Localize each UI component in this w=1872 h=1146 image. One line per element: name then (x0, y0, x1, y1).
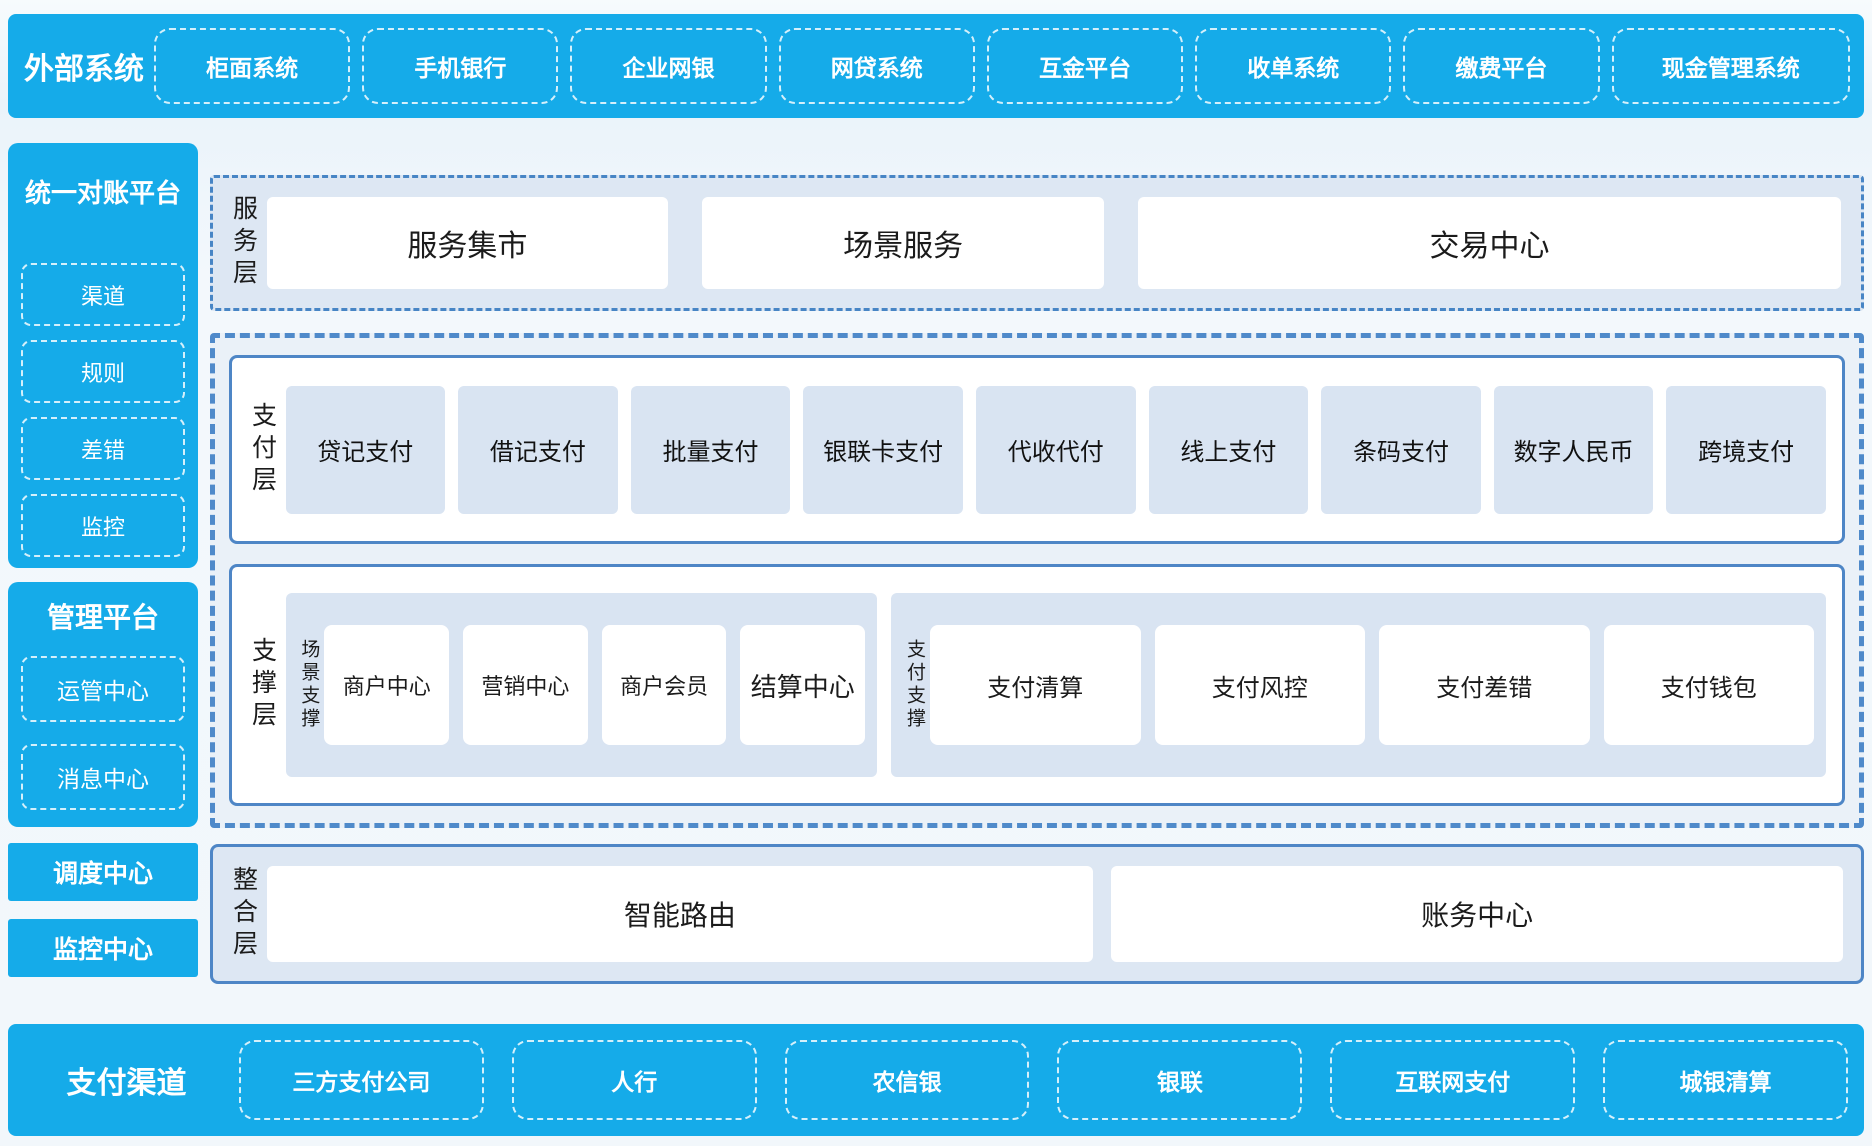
external-system-box-counter: 柜面系统 (154, 28, 350, 104)
payment-item-debit: 借记支付 (458, 386, 618, 514)
channel-box-unionpay: 银联 (1057, 1040, 1302, 1120)
management-item-ops-center: 运管中心 (21, 656, 185, 722)
scene-item-marketing-center: 营销中心 (463, 625, 588, 745)
payment-support-items: 支付清算 支付风控 支付差错 支付钱包 (930, 625, 1814, 745)
middle-region: 统一对账平台 渠道 规则 差错 监控 管理平台 运管中心 消息中心 调度中心 监… (8, 143, 1864, 984)
support-item-payment-risk: 支付风控 (1155, 625, 1366, 745)
support-layer-groups: 场景支撑 商户中心 营销中心 商户会员 结算中心 支付支撑 支付清算 (286, 593, 1827, 777)
external-system-box-online-loan: 网贷系统 (779, 28, 975, 104)
reconcile-item-rules: 规则 (21, 340, 185, 403)
channel-box-city-bank-clearing: 城银清算 (1603, 1040, 1848, 1120)
main-column: 服务层 服务集市 场景服务 交易中心 支付层 贷记支付 借记支付 批量支付 银联… (210, 143, 1864, 984)
payment-item-credit: 贷记支付 (286, 386, 446, 514)
payment-architecture-diagram: 外部系统 柜面系统 手机银行 企业网银 网贷系统 互金平台 收单系统 缴费平台 … (0, 0, 1872, 1146)
service-layer-panel: 服务层 服务集市 场景服务 交易中心 (210, 175, 1864, 311)
management-item-message-center: 消息中心 (21, 744, 185, 810)
management-platform-block: 管理平台 运管中心 消息中心 (8, 582, 198, 827)
payment-support-group: 支付支撑 支付清算 支付风控 支付差错 支付钱包 (891, 593, 1826, 777)
payment-layer-items: 贷记支付 借记支付 批量支付 银联卡支付 代收代付 线上支付 条码支付 数字人民… (286, 386, 1827, 514)
integration-box-smart-routing: 智能路由 (267, 866, 1094, 962)
management-platform-title: 管理平台 (21, 598, 185, 638)
payment-layer-label: 支付层 (248, 402, 276, 498)
service-box-service-market: 服务集市 (267, 197, 669, 289)
payment-item-collection: 代收代付 (976, 386, 1136, 514)
support-item-payment-wallet: 支付钱包 (1604, 625, 1815, 745)
payment-item-barcode: 条码支付 (1321, 386, 1481, 514)
support-layer-label: 支撑层 (248, 637, 276, 733)
payment-support-label: 支付支撑 (903, 639, 924, 731)
service-layer-label: 服务层 (229, 195, 257, 291)
external-system-box-corporate-ebank: 企业网银 (570, 28, 766, 104)
reconcile-platform-block: 统一对账平台 渠道 规则 差错 监控 (8, 143, 198, 568)
reconcile-item-monitor: 监控 (21, 494, 185, 557)
external-system-box-cash-management: 现金管理系统 (1612, 28, 1851, 104)
external-system-box-fee-payment: 缴费平台 (1403, 28, 1599, 104)
support-layer-panel: 支撑层 场景支撑 商户中心 营销中心 商户会员 结算中心 (229, 564, 1845, 806)
integration-layer-label: 整合层 (229, 866, 257, 962)
channel-box-pboc: 人行 (512, 1040, 757, 1120)
scene-support-label: 场景支撑 (298, 639, 319, 731)
external-systems-items: 柜面系统 手机银行 企业网银 网贷系统 互金平台 收单系统 缴费平台 现金管理系… (154, 28, 1850, 104)
payment-channels-items: 三方支付公司 人行 农信银 银联 互联网支付 城银清算 (239, 1040, 1848, 1120)
service-layer-items: 服务集市 场景服务 交易中心 (267, 197, 1842, 289)
integration-box-accounting-center: 账务中心 (1111, 866, 1843, 962)
core-layers-wrapper: 支付层 贷记支付 借记支付 批量支付 银联卡支付 代收代付 线上支付 条码支付 … (210, 333, 1864, 828)
scene-support-group: 场景支撑 商户中心 营销中心 商户会员 结算中心 (286, 593, 878, 777)
payment-item-unionpay-card: 银联卡支付 (803, 386, 963, 514)
payment-channels-band: 支付渠道 三方支付公司 人行 农信银 银联 互联网支付 城银清算 (8, 1024, 1864, 1136)
support-item-payment-clearing: 支付清算 (930, 625, 1141, 745)
service-box-scene-service: 场景服务 (702, 197, 1104, 289)
payment-item-cross-border: 跨境支付 (1666, 386, 1826, 514)
service-box-transaction-center: 交易中心 (1138, 197, 1841, 289)
scene-item-merchant-member: 商户会员 (602, 625, 727, 745)
external-system-box-acquiring: 收单系统 (1195, 28, 1391, 104)
reconcile-platform-title: 统一对账平台 (21, 173, 185, 213)
support-item-payment-error: 支付差错 (1379, 625, 1590, 745)
channel-box-internet-payment: 互联网支付 (1330, 1040, 1575, 1120)
channel-box-rural-credit: 农信银 (785, 1040, 1030, 1120)
payment-item-batch: 批量支付 (631, 386, 791, 514)
scene-item-merchant-center: 商户中心 (324, 625, 449, 745)
payment-layer-panel: 支付层 贷记支付 借记支付 批量支付 银联卡支付 代收代付 线上支付 条码支付 … (229, 355, 1845, 544)
dispatch-center-block: 调度中心 (8, 843, 198, 901)
reconcile-item-channel: 渠道 (21, 263, 185, 326)
payment-channels-title: 支付渠道 (14, 1058, 239, 1102)
payment-item-digital-rmb: 数字人民币 (1494, 386, 1654, 514)
channel-box-third-party: 三方支付公司 (239, 1040, 484, 1120)
integration-layer-panel: 整合层 智能路由 账务中心 (210, 844, 1864, 984)
external-system-box-mobile-banking: 手机银行 (362, 28, 558, 104)
left-column: 统一对账平台 渠道 规则 差错 监控 管理平台 运管中心 消息中心 调度中心 监… (8, 143, 198, 984)
external-system-box-internet-finance: 互金平台 (987, 28, 1183, 104)
scene-support-items: 商户中心 营销中心 商户会员 结算中心 (324, 625, 865, 745)
integration-layer-items: 智能路由 账务中心 (267, 866, 1844, 962)
monitor-center-block: 监控中心 (8, 919, 198, 977)
scene-item-settlement-center: 结算中心 (740, 625, 865, 745)
external-systems-band: 外部系统 柜面系统 手机银行 企业网银 网贷系统 互金平台 收单系统 缴费平台 … (8, 14, 1864, 118)
reconcile-item-errors: 差错 (21, 417, 185, 480)
payment-item-online: 线上支付 (1149, 386, 1309, 514)
external-systems-title: 外部系统 (14, 44, 154, 88)
